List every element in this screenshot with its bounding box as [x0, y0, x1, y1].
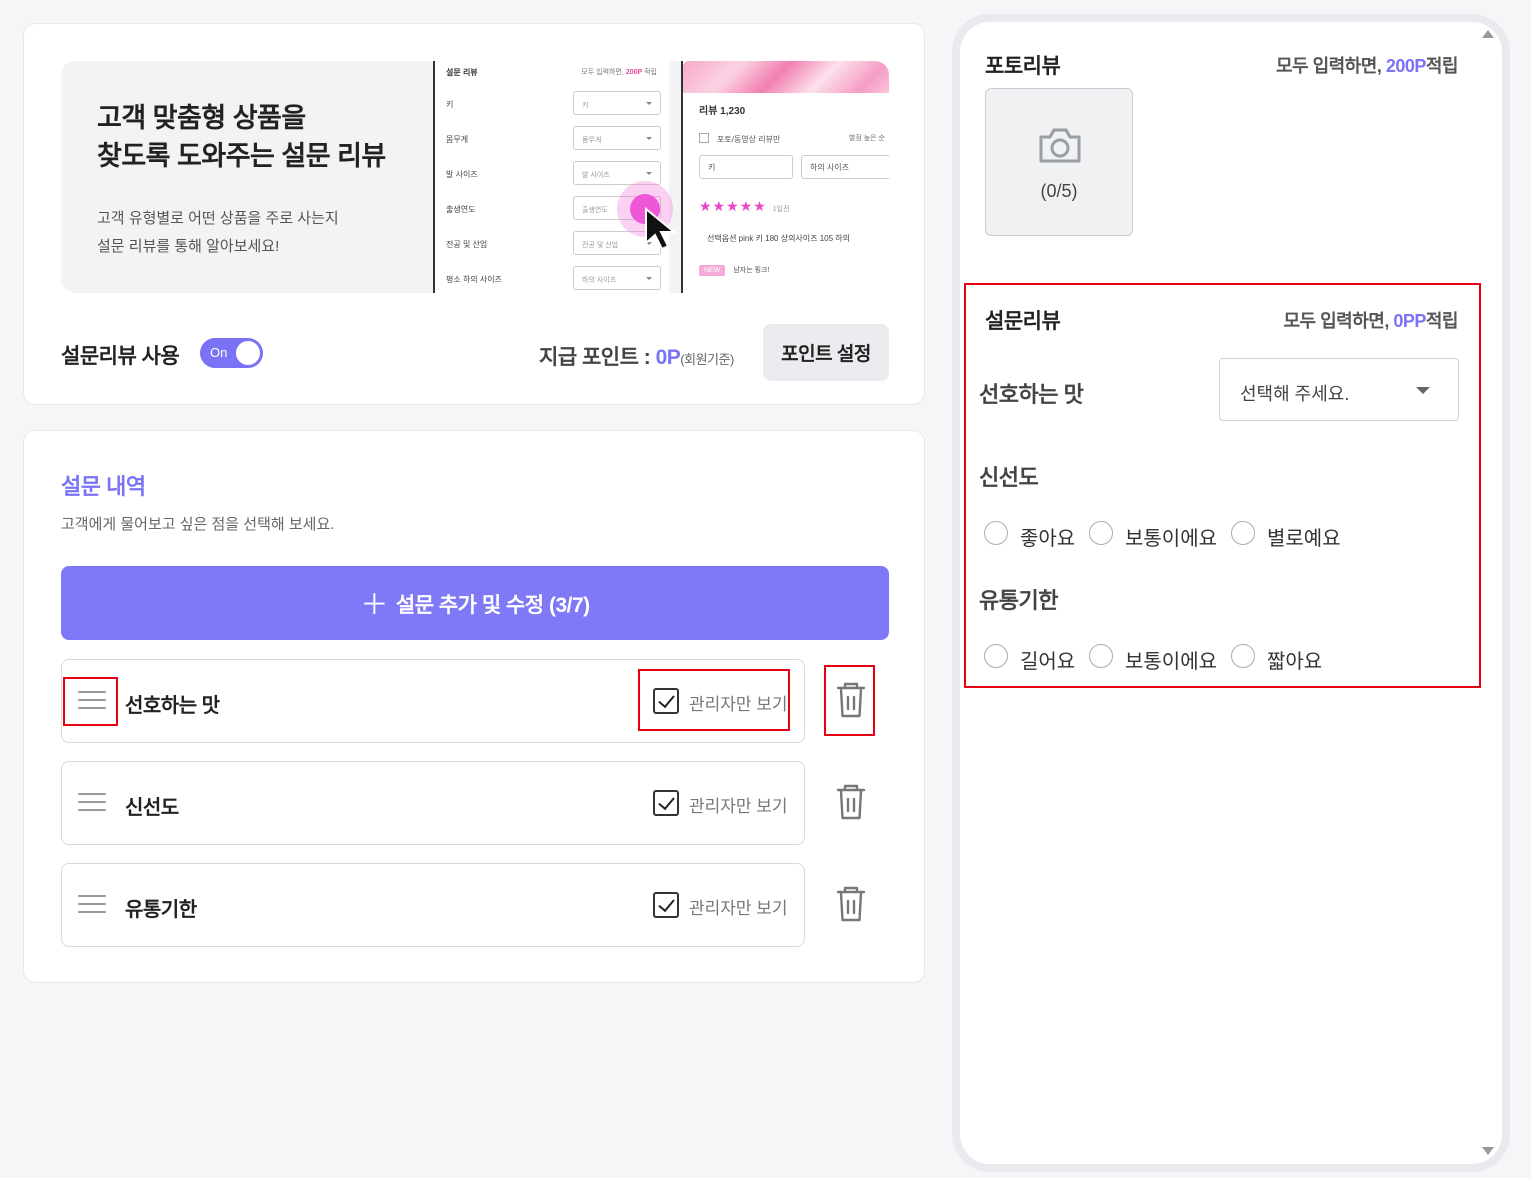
survey-review-settings-card: 고객 맞춤형 상품을 찾도록 도와주는 설문 리뷰 고객 유형별로 어떤 상품을…	[23, 23, 925, 405]
trash-icon[interactable]	[834, 783, 868, 823]
trash-icon[interactable]	[834, 681, 868, 721]
mock-survey-row: 발 사이즈 발 사이즈	[446, 161, 661, 187]
drag-handle-icon[interactable]	[78, 688, 106, 712]
mock-survey-row: 전공 및 산업 전공 및 산업	[446, 231, 661, 257]
toggle-knob	[236, 341, 260, 365]
mock-survey-row: 평소 하의 사이즈 하의 사이즈	[446, 266, 661, 292]
mock-review-count: 리뷰 1,230	[699, 106, 746, 117]
mock-option-line: 선택옵션 pink 키 180 상의사이즈 105 하의	[707, 234, 851, 243]
mouse-cursor-icon	[645, 207, 677, 251]
plus-icon: ＋	[360, 589, 388, 620]
camera-icon	[1039, 128, 1081, 163]
preview-question-label: 유통기한	[979, 588, 1058, 613]
photo-upload-button[interactable]: (0/5)	[985, 88, 1133, 236]
drag-handle-icon[interactable]	[78, 892, 106, 916]
mock-new-review: NEW 남자는 핑크!	[699, 265, 769, 276]
mock-survey-row: 키키	[446, 91, 661, 117]
survey-item-name: 선호하는 맛	[125, 695, 220, 717]
survey-item: 유통기한 관리자만 보기	[61, 863, 805, 947]
mock-survey-illustration: 설문 리뷰 모두 입력하면, 200P 적립 키키 몸무게 몸무게 발 사이즈 발 …	[433, 61, 669, 293]
survey-item-name: 신선도	[125, 797, 179, 819]
scroll-up-arrow-icon[interactable]	[1482, 30, 1494, 38]
preview-select-dropdown[interactable]: 선택해 주세요.	[1219, 358, 1459, 421]
survey-item: 선호하는 맛 관리자만 보기	[61, 659, 805, 743]
photo-review-points: 모두 입력하면, 200P적립	[1275, 56, 1459, 76]
add-edit-survey-button[interactable]: ＋ 설문 추가 및 수정 (3/7)	[61, 566, 889, 640]
survey-use-toggle[interactable]: On	[200, 338, 263, 368]
mock-sort-label: 별점 높은 순	[848, 135, 885, 142]
survey-use-label: 설문리뷰 사용	[61, 345, 180, 368]
marble-pattern-image	[683, 61, 889, 93]
mock-select: 키	[699, 155, 793, 179]
promo-banner: 고객 맞춤형 상품을 찾도록 도와주는 설문 리뷰 고객 유형별로 어떤 상품을…	[61, 61, 889, 293]
trash-icon[interactable]	[834, 885, 868, 925]
mock-review-illustration: 리뷰 1,230 포토/동영상 리뷰만 별점 높은 순 키 하의 사이즈 ★★★…	[681, 61, 889, 293]
survey-review-title: 설문리뷰	[985, 310, 1061, 333]
section-title: 설문 내역	[61, 474, 146, 499]
mock-survey-points: 모두 입력하면, 200P 적립	[581, 69, 657, 76]
mock-star-rating: ★★★★★ 1일전	[699, 198, 790, 214]
photo-review-title: 포토리뷰	[985, 55, 1061, 78]
preview-question-label: 선호하는 맛	[979, 382, 1084, 407]
checkbox-checked-icon[interactable]	[653, 688, 679, 714]
survey-review-points: 모두 입력하면, 0PP적립	[1283, 311, 1458, 331]
survey-list-card: 설문 내역 고객에게 물어보고 싶은 점을 선택해 보세요. ＋ 설문 추가 및 …	[23, 430, 925, 983]
drag-handle-icon[interactable]	[78, 790, 106, 814]
toggle-label: On	[210, 345, 228, 360]
section-description: 고객에게 물어보고 싶은 점을 선택해 보세요.	[61, 516, 335, 533]
preview-question-label: 신선도	[979, 465, 1039, 490]
mock-survey-row: 몸무게 몸무게	[446, 126, 661, 152]
banner-title: 고객 맞춤형 상품을 찾도록 도와주는 설문 리뷰	[97, 103, 386, 171]
pay-point-label: 지급 포인트 : 0P(회원기준)	[539, 346, 734, 369]
mock-survey-title: 설문 리뷰	[446, 68, 478, 77]
checkbox-checked-icon[interactable]	[653, 790, 679, 816]
mobile-preview-panel: 포토리뷰 모두 입력하면, 200P적립 (0/5) 설문리뷰 모두 입력하면,…	[952, 14, 1510, 1172]
photo-count: (0/5)	[1040, 181, 1078, 201]
banner-subtitle: 고객 유형별로 어떤 상품을 주로 사는지 설문 리뷰를 통해 알아보세요!	[97, 210, 339, 255]
scroll-down-arrow-icon[interactable]	[1482, 1147, 1494, 1155]
survey-item-name: 유통기한	[125, 899, 197, 921]
mock-photo-only-check: 포토/동영상 리뷰만	[699, 133, 780, 145]
survey-item: 신선도 관리자만 보기	[61, 761, 805, 845]
point-settings-button[interactable]: 포인트 설정	[763, 324, 889, 381]
mock-select: 하의 사이즈	[801, 155, 889, 179]
caret-down-icon	[1416, 387, 1430, 394]
checkbox-checked-icon[interactable]	[653, 892, 679, 918]
